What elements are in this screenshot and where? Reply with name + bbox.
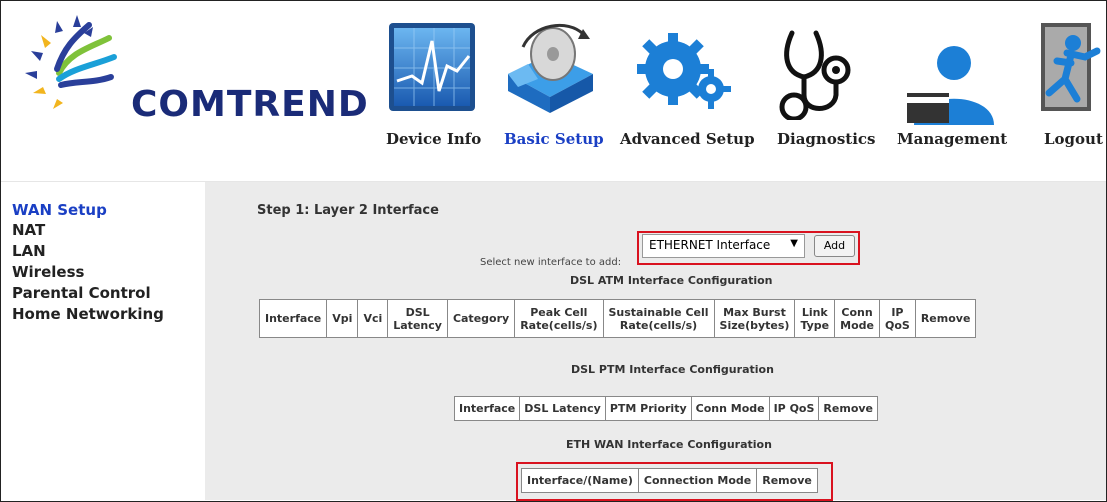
ptm-config-table: Interface DSL Latency PTM Priority Conn Mod… (453, 396, 879, 421)
sidebar: WAN Setup NAT LAN Wireless Parental Cont… (1, 182, 203, 500)
nav-logout[interactable]: Logout (1044, 130, 1103, 148)
interface-select-label: Select new interface to add: (480, 257, 622, 268)
column-header: DSL Latency (387, 299, 448, 338)
atm-config-table: Interface Vpi Vci DSL Latency Category Peak C… (258, 299, 977, 338)
table-header-row: Interface DSL Latency PTM Priority Conn Mod… (453, 396, 879, 421)
exit-icon[interactable] (1037, 21, 1107, 120)
column-header: IP QoS (878, 299, 916, 338)
nav-advanced-setup[interactable]: Advanced Setup (620, 130, 755, 148)
ptm-section-title: DSL PTM Interface Configuration (571, 363, 774, 376)
comtrend-logo-icon (19, 13, 129, 127)
column-header: IP QoS (768, 396, 820, 421)
column-header: Conn Mode (834, 299, 880, 338)
stethoscope-icon[interactable] (774, 25, 854, 124)
eth-section-title: ETH WAN Interface Configuration (566, 438, 772, 451)
column-header: Vpi (326, 299, 359, 338)
sidebar-item-wan-setup[interactable]: WAN Setup (12, 201, 107, 219)
table-header-row: Interface/(Name) Connection Mode Remove (521, 468, 818, 493)
column-header: Remove (818, 396, 879, 421)
column-header: Sustainable Cell Rate(cells/s) (602, 299, 715, 338)
column-header: Interface (258, 299, 328, 338)
nav-basic-setup[interactable]: Basic Setup (504, 130, 604, 148)
add-button[interactable]: Add (814, 235, 855, 257)
column-header: Category (446, 299, 516, 338)
table-header-row: Interface Vpi Vci DSL Latency Category Peak C… (258, 299, 977, 338)
column-header: Interface (453, 396, 521, 421)
column-header: Link Type (794, 299, 836, 338)
gears-icon[interactable] (631, 29, 731, 118)
nav-diagnostics[interactable]: Diagnostics (777, 130, 875, 148)
chevron-down-icon: ▼ (790, 238, 798, 249)
sidebar-item-nat[interactable]: NAT (12, 221, 45, 239)
interface-select[interactable]: ETHERNET Interface ▼ (642, 234, 805, 258)
header: COMTREND Device Info Basic Setup Advance… (1, 1, 1106, 181)
column-header: Remove (914, 299, 977, 338)
eth-config-table: Interface/(Name) Connection Mode Remove (521, 468, 818, 493)
monitor-chart-icon[interactable] (387, 21, 477, 120)
column-header: PTM Priority (604, 396, 692, 421)
user-card-icon[interactable] (899, 45, 999, 129)
atm-section-title: DSL ATM Interface Configuration (570, 274, 773, 287)
nav-device-info[interactable]: Device Info (386, 130, 481, 148)
column-header: Max Burst Size(bytes) (713, 299, 796, 338)
page-title: Step 1: Layer 2 Interface (257, 203, 439, 218)
sidebar-item-parental-control[interactable]: Parental Control (12, 284, 151, 302)
sidebar-item-lan[interactable]: LAN (12, 242, 46, 260)
interface-select-value: ETHERNET Interface (649, 238, 771, 252)
column-header: DSL Latency (519, 396, 606, 421)
box-disc-icon[interactable] (498, 19, 603, 118)
sidebar-item-wireless[interactable]: Wireless (12, 263, 84, 281)
column-header: Peak Cell Rate(cells/s) (514, 299, 604, 338)
column-header: Vci (357, 299, 389, 338)
column-header: Remove (756, 468, 818, 493)
brand-name: COMTREND (131, 84, 369, 125)
column-header: Interface/(Name) (521, 468, 639, 493)
nav-management[interactable]: Management (897, 130, 1007, 148)
sidebar-item-home-networking[interactable]: Home Networking (12, 305, 164, 323)
column-header: Connection Mode (637, 468, 758, 493)
column-header: Conn Mode (690, 396, 770, 421)
main-panel: Step 1: Layer 2 Interface Select new int… (205, 182, 1106, 501)
